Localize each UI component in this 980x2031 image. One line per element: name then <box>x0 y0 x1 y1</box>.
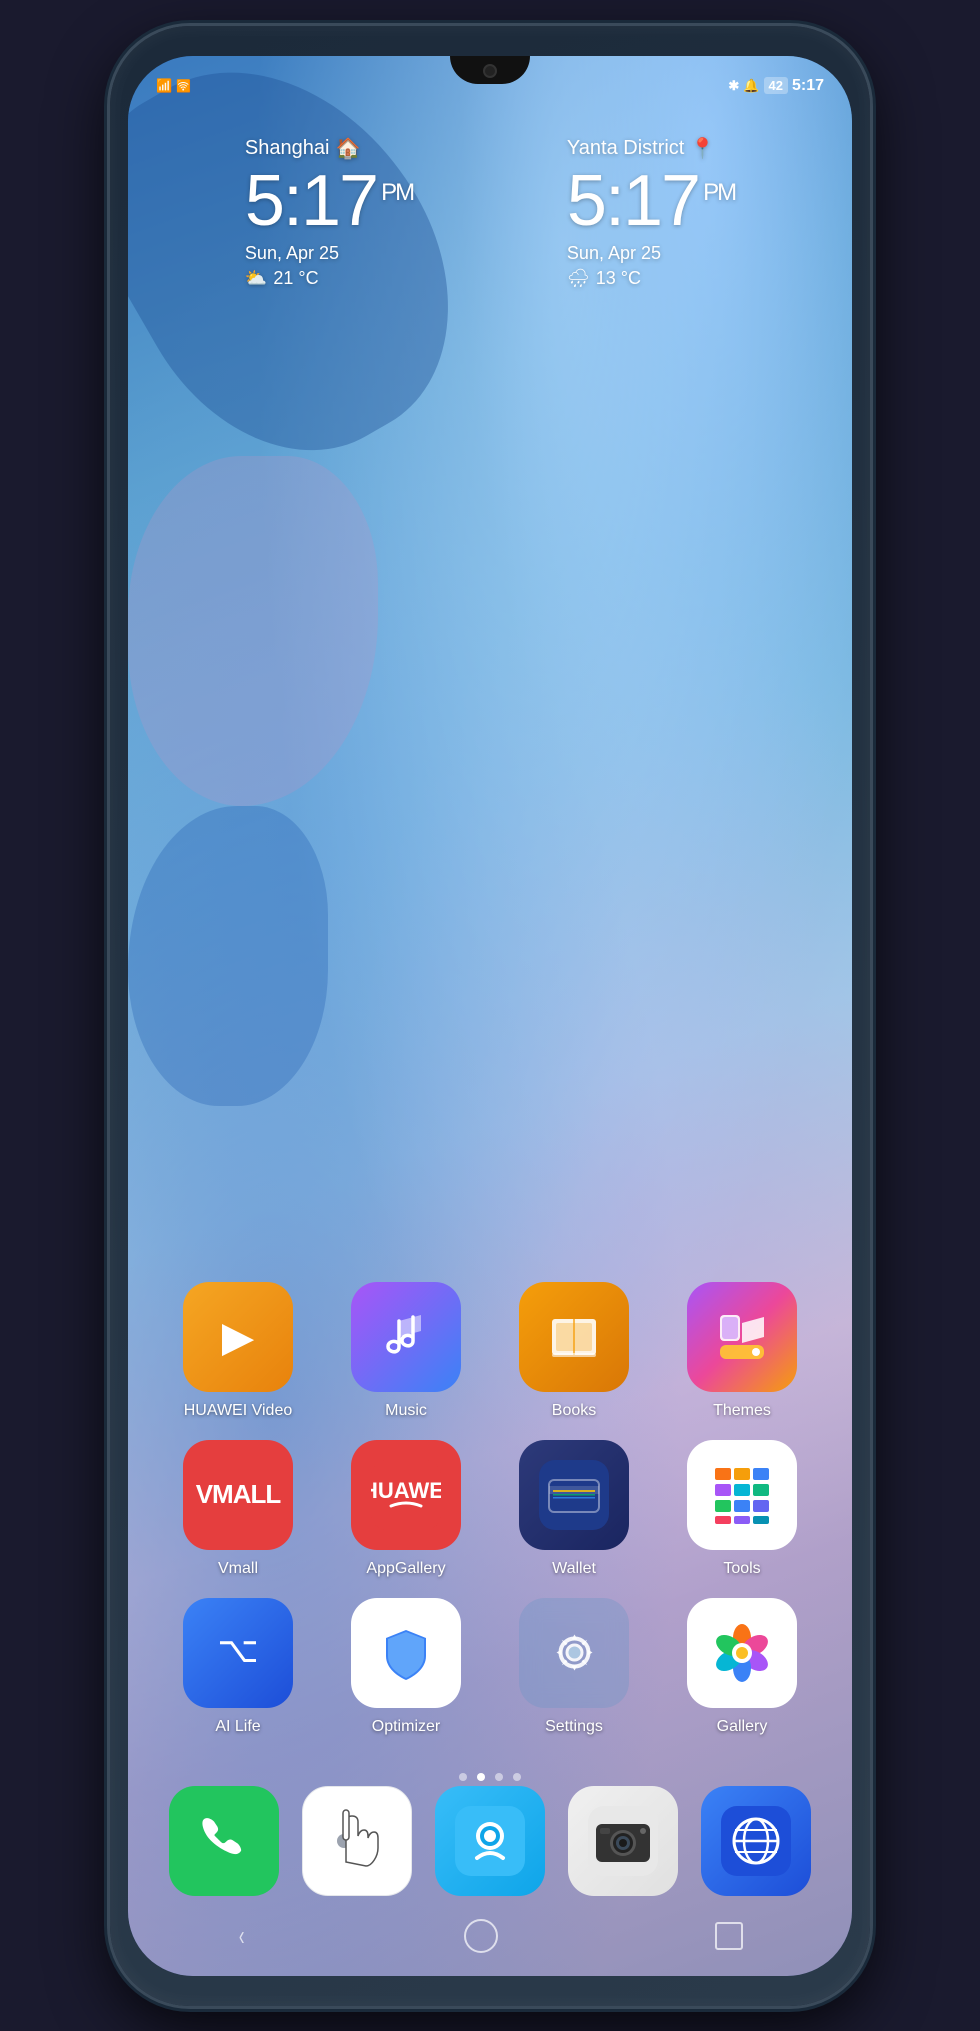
app-row-3: ⌥ AI Life Optimizer <box>168 1598 812 1736</box>
wallet-icon <box>519 1440 629 1550</box>
back-button[interactable]: ‹ <box>239 1920 245 1952</box>
huawei-video-label: HUAWEI Video <box>184 1402 292 1420</box>
clock-weather-1: ⛅ 21 °C <box>245 268 413 289</box>
clock-date-1: Sun, Apr 25 <box>245 243 413 264</box>
weather-icon-1: ⛅ <box>245 268 267 289</box>
sim-icon: 📶 <box>156 78 172 94</box>
settings-icon <box>519 1598 629 1708</box>
appgallery-icon: HUAWEI <box>351 1440 461 1550</box>
gallery-icon <box>687 1598 797 1708</box>
ailife-label: AI Life <box>215 1718 260 1736</box>
phone-screen: 📶 🛜 ✱ 🔔 42 5:17 Shanghai 🏠 5:17PM Sun, <box>128 56 852 1976</box>
app-themes[interactable]: Themes <box>672 1282 812 1420</box>
app-row-2: VMALL Vmall HUAWEI AppGallery <box>168 1440 812 1578</box>
books-icon <box>519 1282 629 1392</box>
clock-time-2: 5:17PM <box>567 165 735 237</box>
gallery-label: Gallery <box>717 1718 768 1736</box>
city-name-2: Yanta District 📍 <box>567 136 735 161</box>
svg-text:HUAWEI: HUAWEI <box>371 1478 441 1503</box>
clock-weather-2: 🌧 13 °C <box>567 268 735 289</box>
app-tools[interactable]: Tools <box>672 1440 812 1578</box>
alarm-icon: 🔔 <box>743 78 759 94</box>
dock <box>128 1786 852 1896</box>
wifi-icon: 🛜 <box>176 79 191 93</box>
camera-icon <box>568 1786 678 1896</box>
tools-label: Tools <box>723 1560 760 1578</box>
dock-browser[interactable] <box>696 1786 816 1896</box>
app-vmall[interactable]: VMALL Vmall <box>168 1440 308 1578</box>
app-optimizer[interactable]: Optimizer <box>336 1598 476 1736</box>
front-camera <box>483 64 497 78</box>
assistant-icon <box>435 1786 545 1896</box>
status-left-icons: 📶 🛜 <box>156 78 191 94</box>
app-huawei-video[interactable]: HUAWEI Video <box>168 1282 308 1420</box>
battery-indicator: 42 <box>764 77 788 94</box>
app-wallet[interactable]: Wallet <box>504 1440 644 1578</box>
settings-label: Settings <box>545 1718 603 1736</box>
wallet-label: Wallet <box>552 1560 596 1578</box>
weather-icon-2: 🌧 <box>567 268 590 289</box>
tools-icon <box>687 1440 797 1550</box>
music-icon <box>351 1282 461 1392</box>
page-dot-3 <box>495 1773 503 1781</box>
app-books[interactable]: Books <box>504 1282 644 1420</box>
city-name-1: Shanghai 🏠 <box>245 136 413 161</box>
page-dot-2 <box>477 1773 485 1781</box>
dock-assistant[interactable] <box>430 1786 550 1896</box>
nav-bar: ‹ <box>128 1906 852 1966</box>
page-indicator <box>128 1773 852 1781</box>
dock-camera[interactable] <box>563 1786 683 1896</box>
phone-frame: 📶 🛜 ✱ 🔔 42 5:17 Shanghai 🏠 5:17PM Sun, <box>110 26 870 2006</box>
page-dot-1 <box>459 1773 467 1781</box>
home-button[interactable] <box>464 1919 498 1953</box>
app-grid: HUAWEI Video Music <box>128 1282 852 1756</box>
dock-phone[interactable] <box>164 1786 284 1896</box>
clock-date-2: Sun, Apr 25 <box>567 243 735 264</box>
app-gallery[interactable]: Gallery <box>672 1598 812 1736</box>
clock-area: Shanghai 🏠 5:17PM Sun, Apr 25 ⛅ 21 °C Ya… <box>128 136 852 289</box>
svg-text:⌥: ⌥ <box>217 1629 258 1670</box>
optimizer-label: Optimizer <box>372 1718 440 1736</box>
appgallery-label: AppGallery <box>366 1560 445 1578</box>
books-label: Books <box>552 1402 596 1420</box>
messages-icon-dock <box>302 1786 412 1896</box>
app-ailife[interactable]: ⌥ AI Life <box>168 1598 308 1736</box>
clock-widget-shanghai: Shanghai 🏠 5:17PM Sun, Apr 25 ⛅ 21 °C <box>245 136 413 289</box>
app-music[interactable]: Music <box>336 1282 476 1420</box>
themes-label: Themes <box>713 1402 771 1420</box>
location-icon: 📍 <box>690 136 715 161</box>
app-row-1: HUAWEI Video Music <box>168 1282 812 1420</box>
vmall-icon: VMALL <box>183 1440 293 1550</box>
page-dot-4 <box>513 1773 521 1781</box>
recent-button[interactable] <box>715 1922 743 1950</box>
dock-messages[interactable] <box>297 1786 417 1896</box>
status-right-icons: ✱ 🔔 42 5:17 <box>728 77 824 95</box>
music-label: Music <box>385 1402 427 1420</box>
time-display: 5:17 <box>792 77 824 95</box>
app-settings[interactable]: Settings <box>504 1598 644 1736</box>
huawei-video-icon <box>183 1282 293 1392</box>
ailife-icon: ⌥ <box>183 1598 293 1708</box>
phone-icon <box>169 1786 279 1896</box>
browser-icon <box>701 1786 811 1896</box>
vmall-label: Vmall <box>218 1560 258 1578</box>
clock-time-1: 5:17PM <box>245 165 413 237</box>
themes-icon <box>687 1282 797 1392</box>
bluetooth-icon: ✱ <box>728 78 739 94</box>
optimizer-icon <box>351 1598 461 1708</box>
clock-widget-yanta: Yanta District 📍 5:17PM Sun, Apr 25 🌧 13… <box>567 136 735 289</box>
home-icon: 🏠 <box>335 136 360 161</box>
app-appgallery[interactable]: HUAWEI AppGallery <box>336 1440 476 1578</box>
